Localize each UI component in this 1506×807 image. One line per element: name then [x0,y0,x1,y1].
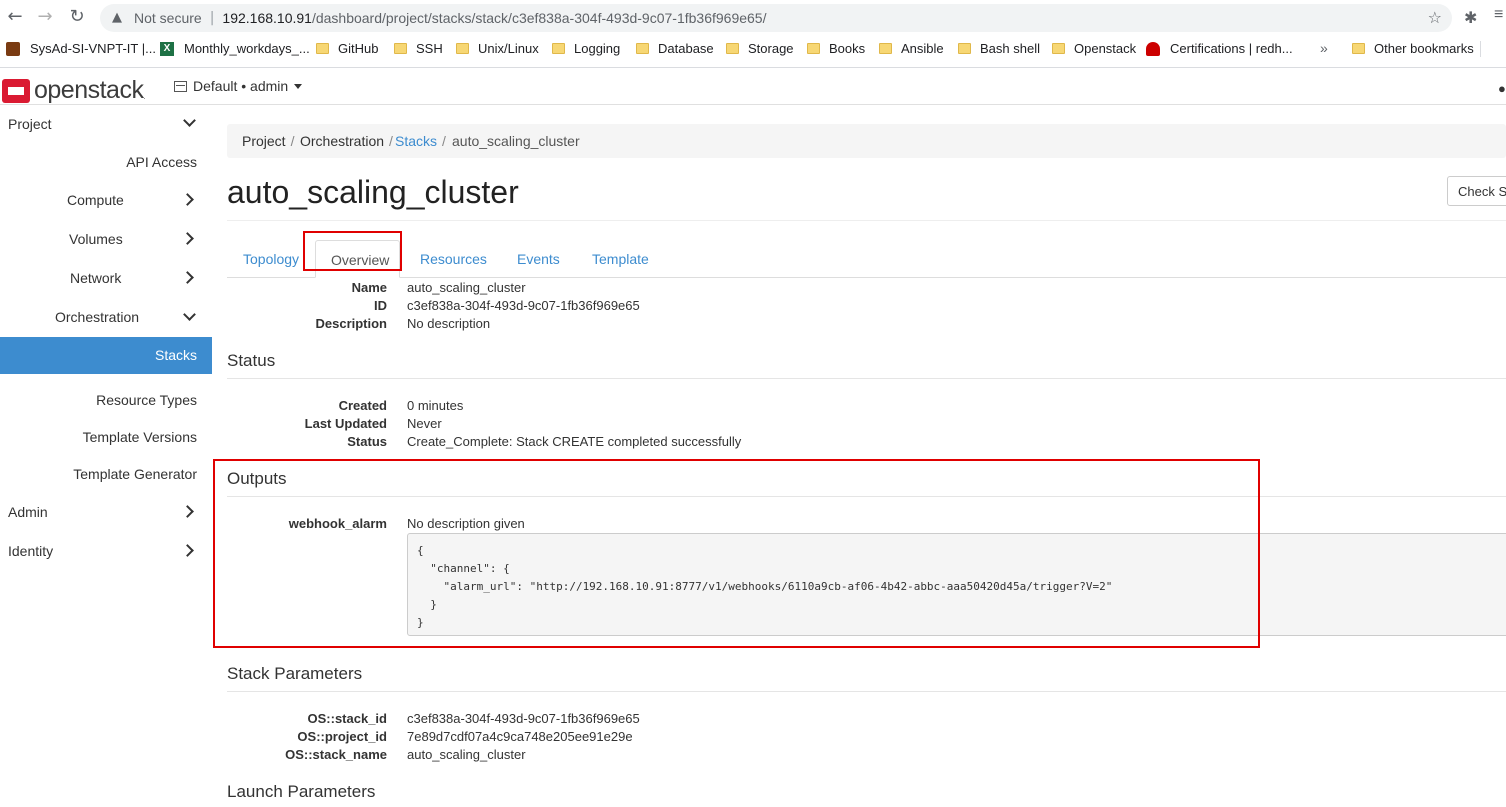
status-heading: Status [227,351,276,370]
openstack-logo[interactable]: openstack . [2,76,146,105]
chevron-right-icon [181,544,194,557]
url-path: /dashboard/project/stacks/stack/c3ef838a… [311,10,767,26]
folder-icon [456,43,469,54]
bookmark-item[interactable]: Ansible [879,41,944,56]
excel-icon: X [160,41,174,56]
url-host: 192.168.10.91 [222,10,312,26]
folder-icon [807,43,820,54]
folder-icon [879,43,892,54]
breadcrumb-current: auto_scaling_cluster [452,133,580,149]
sidebar-item-identity[interactable]: Identity [0,533,212,570]
breadcrumb-project: Project / [242,133,295,149]
outputs-highlight [213,459,1260,648]
address-bar[interactable]: ▲ Not secure | 192.168.10.91/dashboard/p… [100,4,1452,32]
warning-icon: ▲ [112,10,122,25]
trello-icon [6,41,20,56]
sidebar: Project API Access Compute Volumes Netwo… [0,105,212,807]
bookmark-item[interactable]: Bash shell [958,41,1040,56]
bookmark-item[interactable]: Openstack [1052,41,1136,56]
chevron-right-icon [181,193,194,206]
bookmark-item[interactable]: Books [807,41,865,56]
page-title: auto_scaling_cluster [227,174,519,210]
breadcrumb-stacks[interactable]: Stacks / [395,133,446,149]
bookmark-item[interactable]: Database [636,41,714,56]
user-icon[interactable]: ● [1498,81,1506,96]
bookmark-star-icon[interactable]: ☆ [1428,8,1442,27]
stack-parameters-divider [227,691,1506,692]
bookmark-item[interactable]: Storage [726,41,794,56]
caret-down-icon [294,83,303,89]
logo-text: openstack [34,76,144,104]
bookmark-item[interactable]: Unix/Linux [456,41,539,56]
browser-toolbar: ← → ↻ ▲ Not secure | 192.168.10.91/dashb… [0,0,1506,36]
check-stack-button[interactable]: Check Stack [1447,176,1506,206]
folder-icon [552,43,565,54]
sidebar-item-template-generator[interactable]: Template Generator [0,456,212,493]
bookmark-item[interactable]: X Monthly_workdays_... [160,41,310,56]
breadcrumb: Project / Orchestration / Stacks / auto_sca… [227,124,1506,158]
sidebar-item-volumes[interactable]: Volumes [0,221,212,258]
breadcrumb-orchestration: Orchestration / [300,133,393,149]
tab-topology[interactable]: Topology [243,240,299,278]
bookmarks-divider [1480,41,1481,57]
sidebar-item-project[interactable]: Project [0,105,212,142]
folder-icon [316,43,329,54]
domain-icon [174,80,187,92]
bookmark-item[interactable]: Certifications | redh... [1146,41,1293,56]
status-divider [227,378,1506,379]
redhat-icon [1146,41,1160,56]
title-divider [227,220,1506,221]
sidebar-item-stacks[interactable]: Stacks [0,337,212,374]
not-secure-label: Not secure [134,10,202,26]
other-bookmarks[interactable]: Other bookmarks [1352,41,1474,56]
reload-icon[interactable]: ↻ [62,6,92,27]
context-label: Default • admin [193,78,289,94]
folder-icon [394,43,407,54]
extensions-icon[interactable]: ✱ [1464,8,1477,27]
folder-icon [1052,43,1065,54]
more-bookmarks-icon[interactable]: » [1320,40,1328,56]
folder-icon [958,43,971,54]
bookmarks-bar: SysAd-SI-VNPT-IT |... X Monthly_workdays_… [0,36,1506,62]
bookmark-item[interactable]: SSH [394,41,443,56]
sidebar-item-api-access[interactable]: API Access [0,144,212,181]
launch-parameters-heading: Launch Parameters [227,782,376,801]
menu-icon[interactable]: ≡ [1494,6,1503,24]
bookmark-item[interactable]: SysAd-SI-VNPT-IT |... [6,41,156,56]
chevron-right-icon [181,232,194,245]
sidebar-item-compute[interactable]: Compute [0,182,212,219]
tab-bar: Topology Overview Resources Events Templ… [227,240,1506,278]
tab-template[interactable]: Template [592,240,649,278]
folder-icon [1352,43,1365,54]
project-context-dropdown[interactable]: Default • admin [174,78,303,94]
tab-resources[interactable]: Resources [420,240,487,278]
folder-icon [636,43,649,54]
app-header: openstack . Default • admin ● [0,67,1506,105]
chevron-down-icon [183,114,196,127]
openstack-logo-icon [2,78,30,103]
bookmark-item[interactable]: Logging [552,41,620,56]
back-icon[interactable]: ← [0,6,30,27]
tab-events[interactable]: Events [517,240,560,278]
overview-tab-highlight [303,231,402,271]
forward-icon[interactable]: → [30,6,60,27]
bookmark-item[interactable]: GitHub [316,41,378,56]
folder-icon [726,43,739,54]
stack-parameters-heading: Stack Parameters [227,664,363,683]
